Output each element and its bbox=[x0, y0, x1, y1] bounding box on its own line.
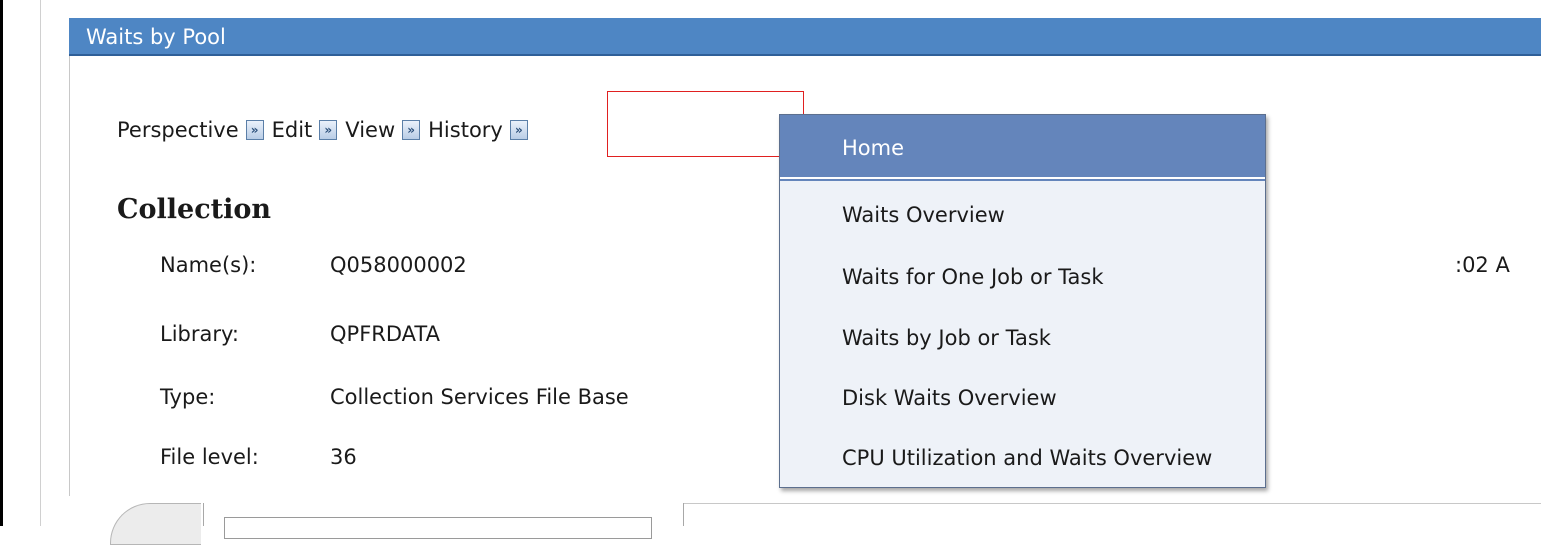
tab-divider bbox=[683, 503, 684, 526]
field-label-library: Library: bbox=[160, 322, 239, 346]
tab-left-curve bbox=[110, 503, 201, 545]
tab-input[interactable] bbox=[224, 517, 652, 539]
menu-item-waits-overview[interactable]: Waits Overview bbox=[842, 203, 1005, 227]
field-value-names: Q058000002 bbox=[330, 253, 467, 277]
menu-item-home-label: Home bbox=[842, 136, 905, 160]
perspective-expand-icon[interactable]: » bbox=[245, 120, 264, 140]
view-menu[interactable]: View bbox=[345, 118, 395, 142]
view-expand-icon[interactable]: » bbox=[402, 120, 421, 140]
field-value-library: QPFRDATA bbox=[330, 322, 440, 346]
history-expand-icon[interactable]: » bbox=[509, 120, 528, 140]
window-left-border bbox=[0, 0, 3, 526]
collection-heading: Collection bbox=[117, 194, 271, 225]
edit-menu[interactable]: Edit bbox=[272, 118, 313, 142]
field-value-type: Collection Services File Base bbox=[330, 385, 629, 409]
menu-item-home[interactable]: Home bbox=[780, 115, 1265, 177]
menu-separator bbox=[780, 177, 1265, 181]
panel-title: Waits by Pool bbox=[86, 25, 226, 49]
menu-item-disk-waits[interactable]: Disk Waits Overview bbox=[842, 386, 1057, 410]
collection-time-partial: :02 A bbox=[1455, 253, 1510, 277]
field-label-names: Name(s): bbox=[160, 253, 257, 277]
navigation-divider bbox=[40, 0, 41, 526]
field-label-type: Type: bbox=[160, 385, 216, 409]
history-highlight-box bbox=[607, 91, 804, 157]
menu-item-cpu-waits[interactable]: CPU Utilization and Waits Overview bbox=[842, 446, 1212, 470]
perspective-menu[interactable]: Perspective bbox=[117, 118, 239, 142]
panel-title-bar: Waits by Pool bbox=[69, 18, 1541, 56]
history-menu[interactable]: History bbox=[428, 118, 503, 142]
panel-frame bbox=[69, 56, 70, 496]
field-value-file-level: 36 bbox=[330, 445, 357, 469]
menu-item-waits-by-job[interactable]: Waits by Job or Task bbox=[842, 326, 1051, 350]
tab-baseline bbox=[684, 503, 1541, 504]
history-dropdown-menu: Home Waits Overview Waits for One Job or… bbox=[779, 114, 1266, 488]
action-toolbar: Perspective » Edit » View » History » bbox=[117, 113, 536, 147]
tab-divider bbox=[203, 503, 204, 526]
tab-strip bbox=[110, 503, 1541, 545]
field-label-file-level: File level: bbox=[160, 445, 259, 469]
menu-item-waits-one-job[interactable]: Waits for One Job or Task bbox=[842, 265, 1104, 289]
edit-expand-icon[interactable]: » bbox=[319, 120, 338, 140]
